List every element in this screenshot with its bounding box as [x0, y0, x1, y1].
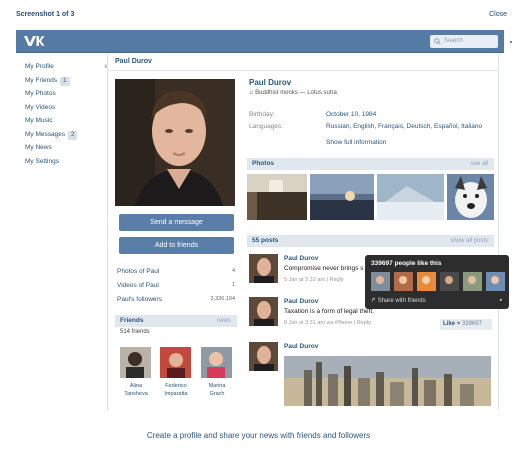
liker-avatar[interactable]: [371, 272, 390, 291]
liker-avatar[interactable]: [463, 272, 482, 291]
videos-of-paul-link[interactable]: Videos of Paul 1: [117, 282, 237, 289]
likes-tooltip: 339697 people like this ↱ Share with fri…: [365, 255, 509, 309]
search-placeholder: Search: [444, 38, 464, 44]
show-full-info-link[interactable]: Show full information: [326, 139, 386, 146]
comment-icon[interactable]: ▪: [500, 297, 502, 304]
liker-avatar[interactable]: [394, 272, 413, 291]
friend-avatar[interactable]: [160, 347, 191, 378]
nav-my-friends[interactable]: My Friends 1: [25, 74, 115, 88]
add-to-friends-button[interactable]: Add to friends: [119, 237, 234, 254]
gear-icon[interactable]: [505, 35, 517, 53]
photos-section-header: Photos see all: [247, 158, 494, 170]
screenshot-title: Screenshot 1 of 3: [16, 11, 75, 18]
friend-name[interactable]: Alina Tansheva: [115, 382, 157, 398]
post-image[interactable]: [284, 356, 491, 406]
photo-thumbnail[interactable]: [447, 174, 494, 220]
post-meta: 8 Jan at 3:31 am via iPhone | Reply: [284, 320, 371, 326]
friends-news-tab[interactable]: news: [217, 315, 231, 327]
post-author[interactable]: Paul Durov: [284, 343, 318, 350]
friend-avatar[interactable]: [201, 347, 232, 378]
friends-count: 514 friends: [120, 329, 150, 335]
nav-my-photos[interactable]: My Photos: [25, 87, 115, 101]
post-meta: 5 Jan at 2:33 am | Reply: [284, 277, 344, 283]
likes-count-text: 339697 people like this: [371, 260, 442, 267]
top-bar: Search: [16, 30, 516, 53]
left-navigation: My Profileedit My Friends1 My Photos My …: [25, 60, 115, 168]
show-all-posts-link[interactable]: show all posts: [450, 235, 488, 247]
vk-screenshot-viewer: Screenshot 1 of 3 Close Search My Profil…: [0, 0, 517, 455]
nav-my-videos[interactable]: My Videos: [25, 101, 115, 115]
nav-my-music[interactable]: My Music: [25, 114, 115, 128]
profile-name: Paul Durov: [249, 78, 292, 87]
photos-count: 4: [231, 268, 235, 274]
nav-my-settings[interactable]: My Settings: [25, 155, 115, 169]
birthday-label: Birthday:: [249, 111, 275, 118]
friend-name[interactable]: Federico Imparatta: [155, 382, 197, 398]
reply-link[interactable]: Reply: [357, 320, 371, 326]
vk-logo-icon[interactable]: [23, 34, 45, 53]
posts-section-header: 55 posts show all posts: [247, 235, 494, 247]
friend-avatar[interactable]: [120, 347, 151, 378]
like-button[interactable]: Like ♥ 339697: [440, 319, 492, 330]
birthday-value[interactable]: October 10, 1984: [326, 111, 376, 118]
post-text: Compromise never brings s: [284, 265, 364, 272]
liker-avatar[interactable]: [417, 272, 436, 291]
search-input[interactable]: Search: [430, 35, 498, 48]
liker-avatar[interactable]: [440, 272, 459, 291]
profile-photo[interactable]: [115, 79, 235, 206]
photo-thumbnail[interactable]: [247, 174, 307, 220]
footer-caption: Create a profile and share your news wit…: [146, 431, 371, 440]
reply-link[interactable]: Reply: [329, 277, 343, 283]
post-author-avatar[interactable]: [249, 254, 278, 283]
send-message-button[interactable]: Send a message: [119, 214, 234, 231]
messages-count-badge: 2: [68, 130, 78, 140]
photos-see-all-link[interactable]: see all: [471, 158, 488, 170]
nav-my-messages[interactable]: My Messages 2: [25, 128, 115, 142]
friends-count-badge: 1: [60, 76, 70, 86]
nav-my-news[interactable]: My News: [25, 141, 115, 155]
divider: [107, 70, 499, 71]
friends-section-header: Friends news: [115, 315, 237, 327]
nav-my-profile[interactable]: My Profileedit: [25, 60, 115, 74]
photo-thumbnail[interactable]: [310, 174, 374, 220]
videos-count: 1: [231, 282, 235, 288]
close-link[interactable]: Close: [489, 11, 507, 18]
followers-link[interactable]: Paul's followers 3,336,104: [117, 296, 237, 303]
photo-thumbnail[interactable]: [377, 174, 444, 220]
friend-name[interactable]: Marina Grach: [196, 382, 238, 398]
languages-label: Languages:: [249, 123, 283, 130]
post-author-avatar[interactable]: [249, 297, 278, 326]
post-text: Taxation is a form of legal theft.: [284, 308, 374, 315]
liker-avatar[interactable]: [486, 272, 505, 291]
search-icon: [434, 38, 441, 47]
followers-count: 3,336,104: [210, 296, 235, 302]
share-icon: ↱: [371, 298, 378, 304]
post-author[interactable]: Paul Durov: [284, 255, 318, 262]
post-author[interactable]: Paul Durov: [284, 298, 318, 305]
profile-header-name: Paul Durov: [115, 58, 152, 65]
post-author-avatar[interactable]: [249, 342, 278, 371]
heart-icon: ♥: [456, 321, 461, 327]
status-song[interactable]: ♫ Buddhist monks — Lotus sutra: [249, 90, 337, 96]
languages-value[interactable]: Russian, English, Français, Deutsch, Esp…: [326, 123, 482, 130]
photos-of-paul-link[interactable]: Photos of Paul 4: [117, 268, 237, 275]
share-with-friends-link[interactable]: ↱ Share with friends: [371, 297, 426, 304]
